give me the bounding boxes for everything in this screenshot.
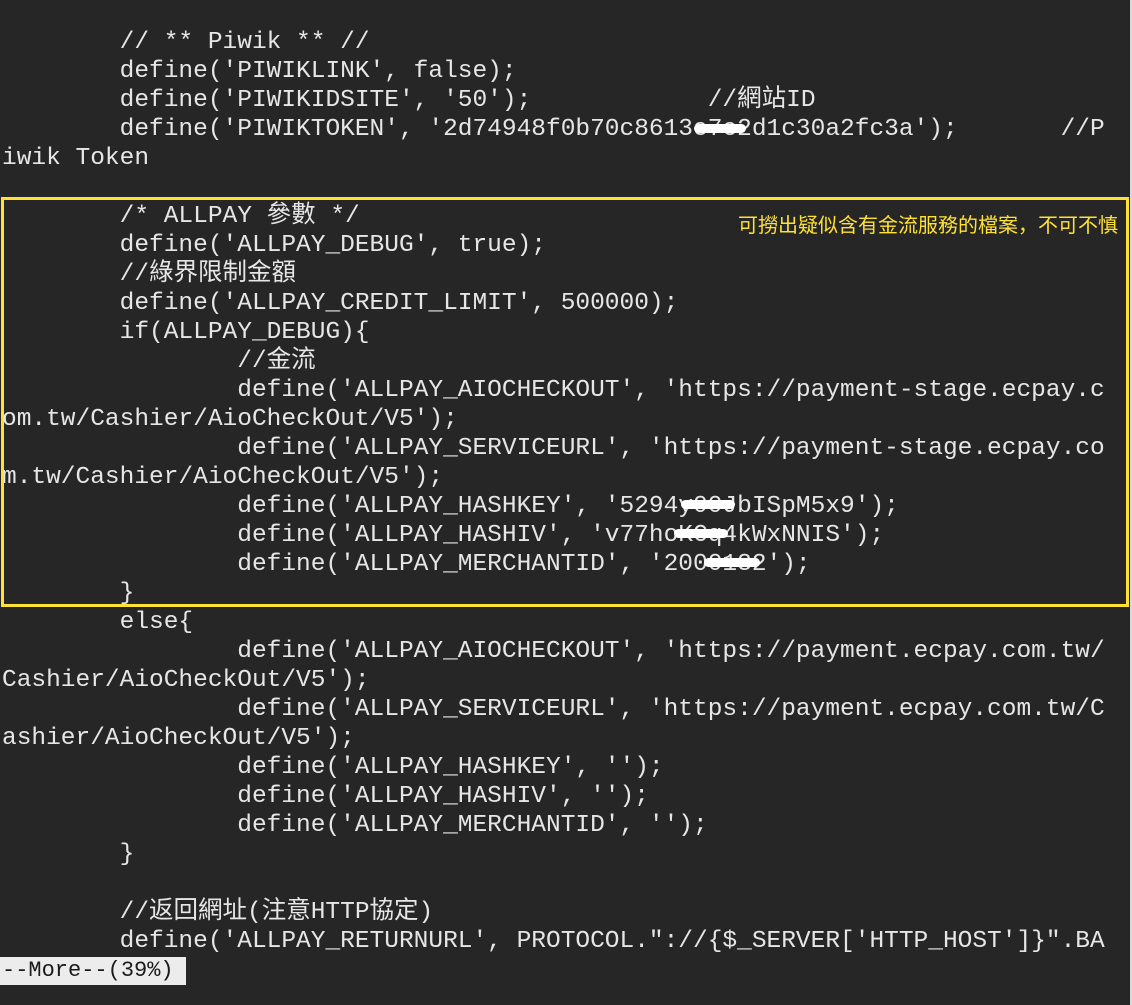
code-line: //返回網址(注意HTTP協定)	[2, 899, 434, 926]
annotation-note: 可撈出疑似含有金流服務的檔案，不可不慎	[738, 213, 1118, 237]
code-line: Cashier/AioCheckOut/V5');	[2, 667, 370, 694]
code-line: define('PIWIKIDSITE', '50'); //網站ID	[2, 87, 816, 114]
code-line: define('ALLPAY_HASHIV', '');	[2, 783, 649, 810]
code-line: }	[2, 841, 135, 868]
terminal-window[interactable]: // ** Piwik ** // define('PIWIKLINK', fa…	[0, 0, 1132, 1005]
highlight-box	[1, 197, 1129, 607]
code-line: define('ALLPAY_RETURNURL', PROTOCOL."://…	[2, 928, 1105, 955]
pager-status[interactable]: --More--(39%)	[0, 957, 186, 985]
code-line: define('ALLPAY_AIOCHECKOUT', 'https://pa…	[2, 638, 1105, 665]
redaction-mark-token	[694, 124, 746, 133]
code-line: // ** Piwik ** //	[2, 29, 370, 56]
code-line: define('PIWIKTOKEN', '2d74948f0b70c8613e…	[2, 116, 1105, 143]
code-line: ashier/AioCheckOut/V5');	[2, 725, 355, 752]
code-line: iwik Token	[2, 145, 150, 172]
code-line: define('PIWIKLINK', false);	[2, 58, 517, 85]
code-line: define('ALLPAY_HASHKEY', '');	[2, 754, 664, 781]
code-line: define('ALLPAY_SERVICEURL', 'https://pay…	[2, 696, 1105, 723]
code-line: else{	[2, 609, 194, 636]
code-line: define('ALLPAY_MERCHANTID', '');	[2, 812, 708, 839]
